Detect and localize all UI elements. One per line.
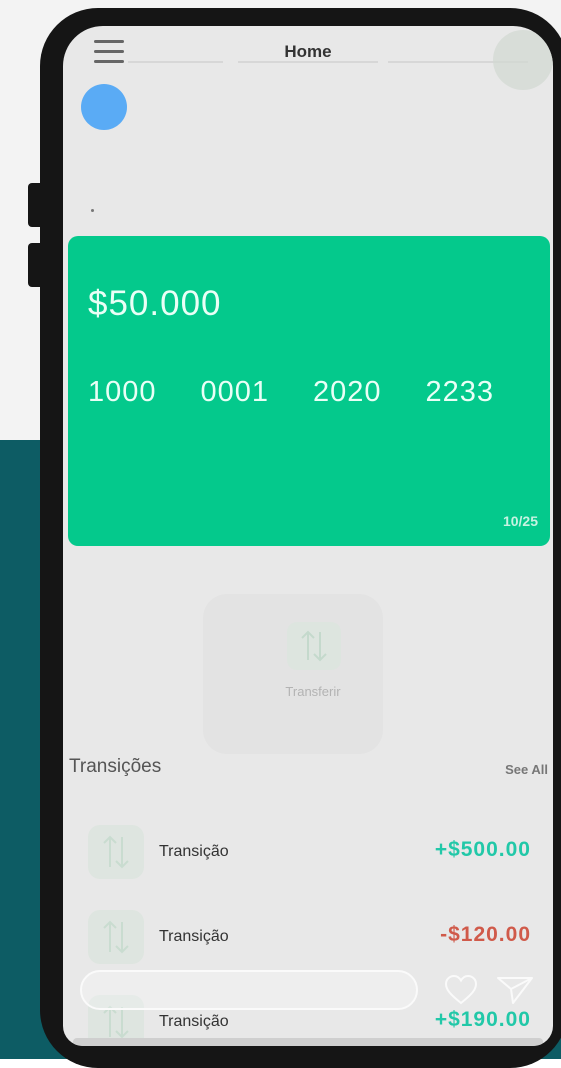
arrows-up-down-icon (88, 910, 144, 964)
comment-input[interactable] (80, 970, 418, 1010)
card-number-group: 1000 (88, 376, 157, 408)
decorative-dot (91, 209, 94, 212)
top-bar: Home (63, 26, 553, 90)
arrows-up-down-icon (88, 825, 144, 879)
card-number-group: 2020 (313, 376, 382, 408)
see-all-link[interactable]: See All (505, 762, 548, 777)
transaction-row[interactable]: Transição -$120.00 (63, 907, 553, 977)
card-expiry: 10/25 (502, 513, 538, 529)
transaction-name: Transição (159, 1013, 229, 1030)
transaction-row[interactable]: Transição +$500.00 (63, 822, 553, 892)
credit-card[interactable]: $50.000 1000 0001 2020 2233 10/25 (68, 236, 550, 546)
phone-screen: Home $50.000 1000 0001 2020 2233 10/25 T… (63, 26, 553, 1046)
page-title: Home (284, 42, 332, 61)
transfer-label: Transferir (285, 684, 341, 699)
heart-icon[interactable] (443, 974, 479, 1006)
transfer-button[interactable] (203, 594, 383, 754)
transaction-name: Transição (159, 843, 229, 860)
transaction-name: Transição (159, 928, 229, 945)
card-number-group: 0001 (200, 376, 270, 408)
profile-avatar[interactable] (81, 84, 127, 130)
transaction-amount: -$120.00 (440, 923, 531, 946)
send-icon[interactable] (495, 974, 535, 1006)
card-number: 1000 0001 2020 2233 (88, 376, 494, 409)
bottom-bar (73, 1038, 543, 1046)
card-number-group: 2233 (425, 376, 495, 408)
arrows-up-down-icon (287, 622, 341, 670)
card-balance: $50.000 (88, 284, 222, 323)
transactions-title: Transições (69, 756, 162, 777)
transaction-amount: +$500.00 (434, 838, 531, 861)
transaction-amount: +$190.00 (434, 1008, 531, 1031)
avatar[interactable] (493, 30, 553, 90)
